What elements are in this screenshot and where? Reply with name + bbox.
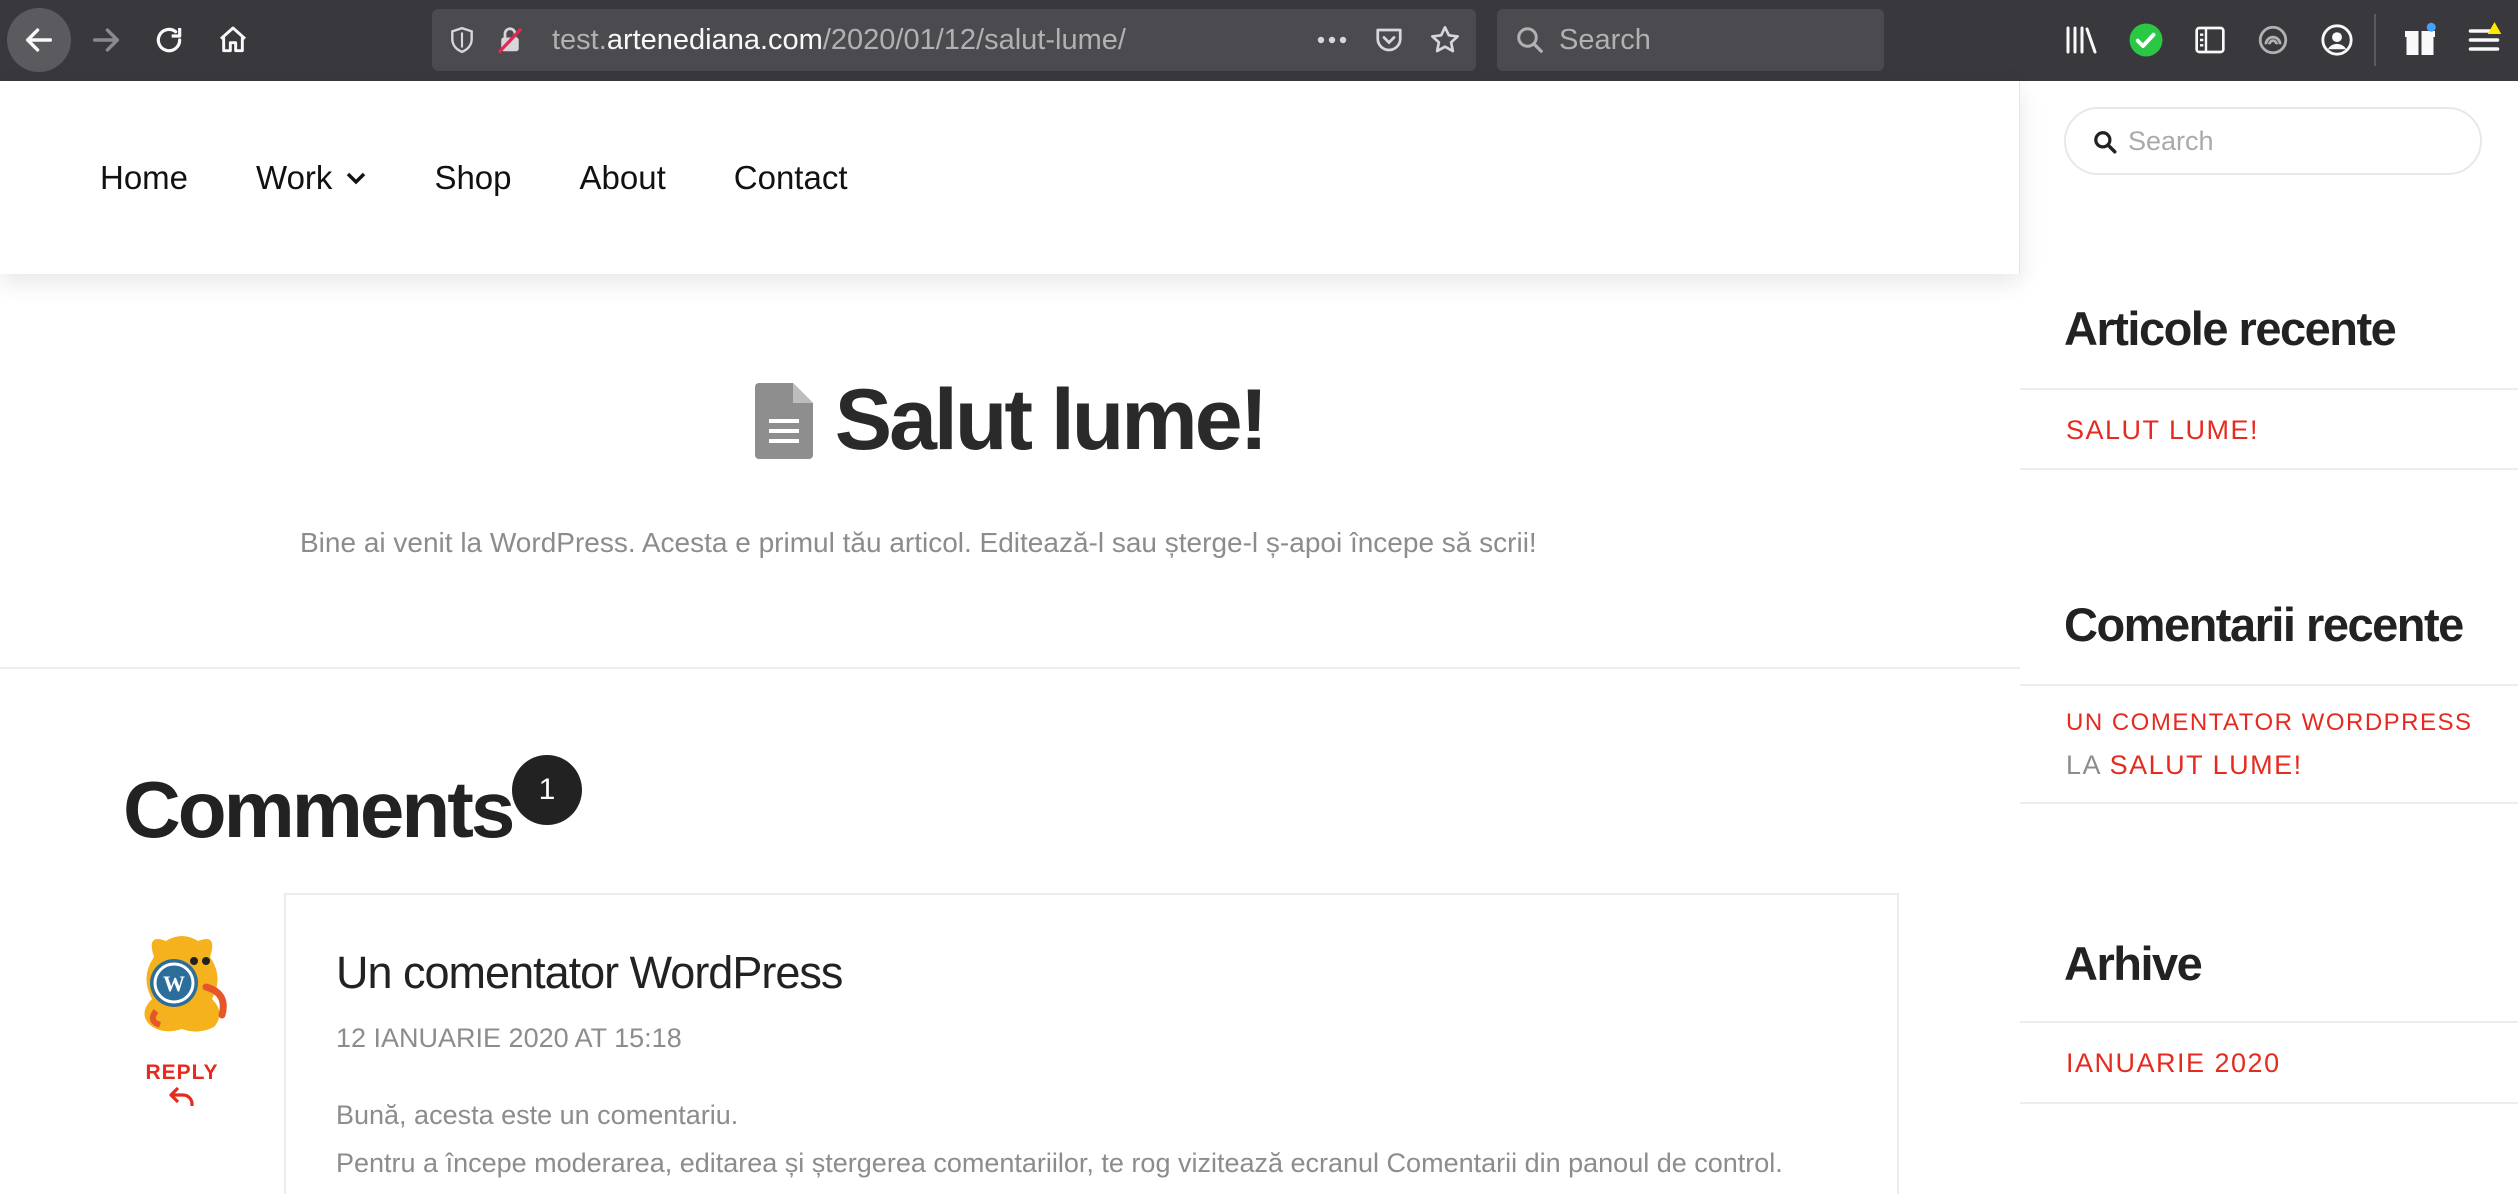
archive-link[interactable]: IANUARIE 2020 [2066, 1048, 2281, 1079]
post-title-row: Salut lume! [754, 371, 1269, 470]
address-bar[interactable]: test.artenediana.com/2020/01/12/salut-lu… [432, 9, 1476, 71]
reply-arrow-icon[interactable] [168, 1085, 196, 1109]
menu-item-about[interactable]: About [580, 159, 666, 197]
widget-divider [2020, 802, 2518, 804]
browser-search-placeholder: Search [1559, 24, 1651, 56]
browser-toolbar: test.artenediana.com/2020/01/12/salut-lu… [0, 0, 2518, 81]
library-icon[interactable] [2062, 20, 2102, 60]
account-icon[interactable] [2317, 20, 2357, 60]
comment-line: Bună, acesta este un comentariu. [336, 1100, 739, 1130]
comment-date: 12 IANUARIE 2020 AT 15:18 [336, 1023, 682, 1053]
recent-comment-line: LA SALUT LUME! [2066, 750, 2303, 781]
post-excerpt: Bine ai venit la WordPress. Acesta e pri… [300, 527, 1537, 558]
reload-icon [156, 27, 182, 53]
menu-item-contact[interactable]: Contact [734, 159, 848, 197]
hamburger-menu-icon[interactable] [2464, 20, 2504, 60]
site-header: Home Work Shop About Contact [0, 81, 2020, 274]
sync-status-icon[interactable] [2253, 20, 2293, 60]
home-icon [220, 26, 246, 53]
forward-button[interactable] [74, 8, 138, 72]
toolbar-separator [2374, 14, 2376, 66]
url-text: test.artenediana.com/2020/01/12/salut-lu… [552, 24, 1126, 56]
page-content: Home Work Shop About Contact Salut lume!… [0, 81, 2020, 1194]
widget-divider [2020, 388, 2518, 390]
menu-item-shop[interactable]: Shop [434, 159, 511, 197]
pocket-icon[interactable] [1373, 24, 1405, 56]
recent-comment-connector: LA [2066, 750, 2101, 780]
comments-heading: Comments [123, 765, 515, 854]
back-arrow-icon [25, 28, 53, 52]
widget-divider [2020, 1102, 2518, 1104]
browser-search-box[interactable]: Search [1497, 9, 1884, 71]
home-button[interactable] [201, 8, 265, 72]
comment-count-badge: 1 [512, 755, 582, 825]
reply-link[interactable]: REPLY [130, 1061, 234, 1085]
comment-card: Un comentator WordPress 12 IANUARIE 2020… [284, 893, 1899, 1194]
reader-view-icon[interactable] [2190, 20, 2230, 60]
search-icon [1517, 27, 1543, 53]
widget-divider [2020, 1021, 2518, 1023]
chevron-down-icon [347, 172, 366, 185]
widget-title-recent-comments: Comentarii recente [2064, 598, 2464, 651]
sidebar: Articole recente SALUT LUME! Comentarii … [2020, 81, 2518, 1194]
recent-comment-author-link[interactable]: UN COMENTATOR WORDPRESS [2066, 709, 2473, 737]
bookmark-star-icon[interactable] [1429, 24, 1461, 56]
menu-item-home[interactable]: Home [100, 159, 188, 197]
post-header: Salut lume! [0, 371, 2020, 470]
back-button[interactable] [7, 8, 71, 72]
sidebar-search-input[interactable] [2128, 109, 2458, 173]
menu-item-work[interactable]: Work [256, 159, 366, 197]
widget-title-recent-posts: Articole recente [2064, 302, 2397, 355]
recent-comment-post-link[interactable]: SALUT LUME! [2110, 750, 2303, 780]
post-title: Salut lume! [834, 372, 1269, 468]
comment-author: Un comentator WordPress [336, 947, 843, 998]
sidebar-search[interactable] [2064, 107, 2482, 175]
widget-divider [2020, 468, 2518, 470]
primary-menu: Home Work Shop About Contact [100, 159, 848, 197]
avatar: W [132, 927, 232, 1035]
content-divider [0, 667, 2020, 669]
extensions-gift-icon[interactable] [2400, 20, 2440, 60]
comment-text: Bună, acesta este un comentariu. Pentru … [336, 1091, 1783, 1187]
reload-button[interactable] [137, 8, 201, 72]
recent-post-link[interactable]: SALUT LUME! [2066, 415, 2259, 446]
shield-icon[interactable] [446, 24, 478, 56]
comment-line: Pentru a începe moderarea, editarea și ș… [336, 1148, 1783, 1178]
insecure-lock-icon[interactable] [494, 24, 526, 56]
page-actions-icon[interactable] [1316, 24, 1348, 56]
widget-divider [2020, 684, 2518, 686]
forward-arrow-icon [92, 28, 120, 52]
widget-title-archives: Arhive [2064, 937, 2203, 990]
document-icon [754, 382, 813, 459]
extension-check-icon[interactable] [2126, 20, 2166, 60]
search-icon [2094, 131, 2117, 154]
menu-item-work-label: Work [256, 159, 333, 196]
svg-text:W: W [163, 971, 185, 996]
